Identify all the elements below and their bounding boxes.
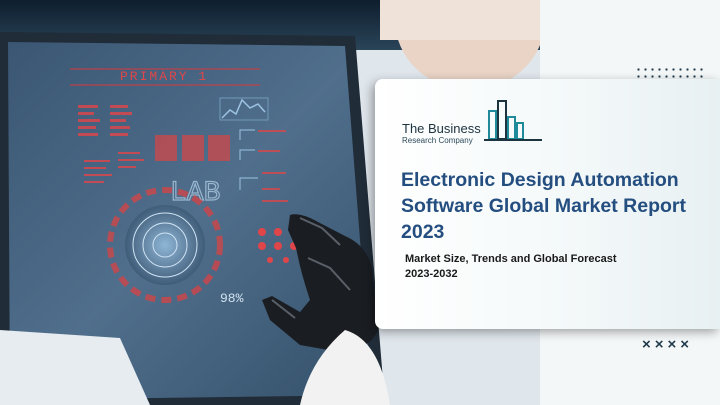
gauge-readout: 98% (220, 291, 244, 306)
logo-tagline: Research Company (402, 136, 473, 145)
cross-decoration: ×××× (642, 336, 694, 353)
report-title: Electronic Design Automation Software Gl… (401, 169, 686, 243)
screen-heading: PRIMARY 1 (120, 69, 208, 84)
logo-name: The Business (402, 121, 481, 136)
company-logo: The Business Research Company (402, 99, 552, 147)
screen-label: LAB (170, 178, 220, 209)
report-subtitle: Market Size, Trends and Global Forecast … (405, 253, 617, 280)
cover-slide: PRIMARY 1 LAB 98% The Business Research … (0, 0, 720, 405)
bar-chart-logo-icon (484, 100, 542, 141)
dot-grid-decoration (635, 66, 705, 80)
report-card: The Business Research Company Electronic… (375, 79, 720, 329)
